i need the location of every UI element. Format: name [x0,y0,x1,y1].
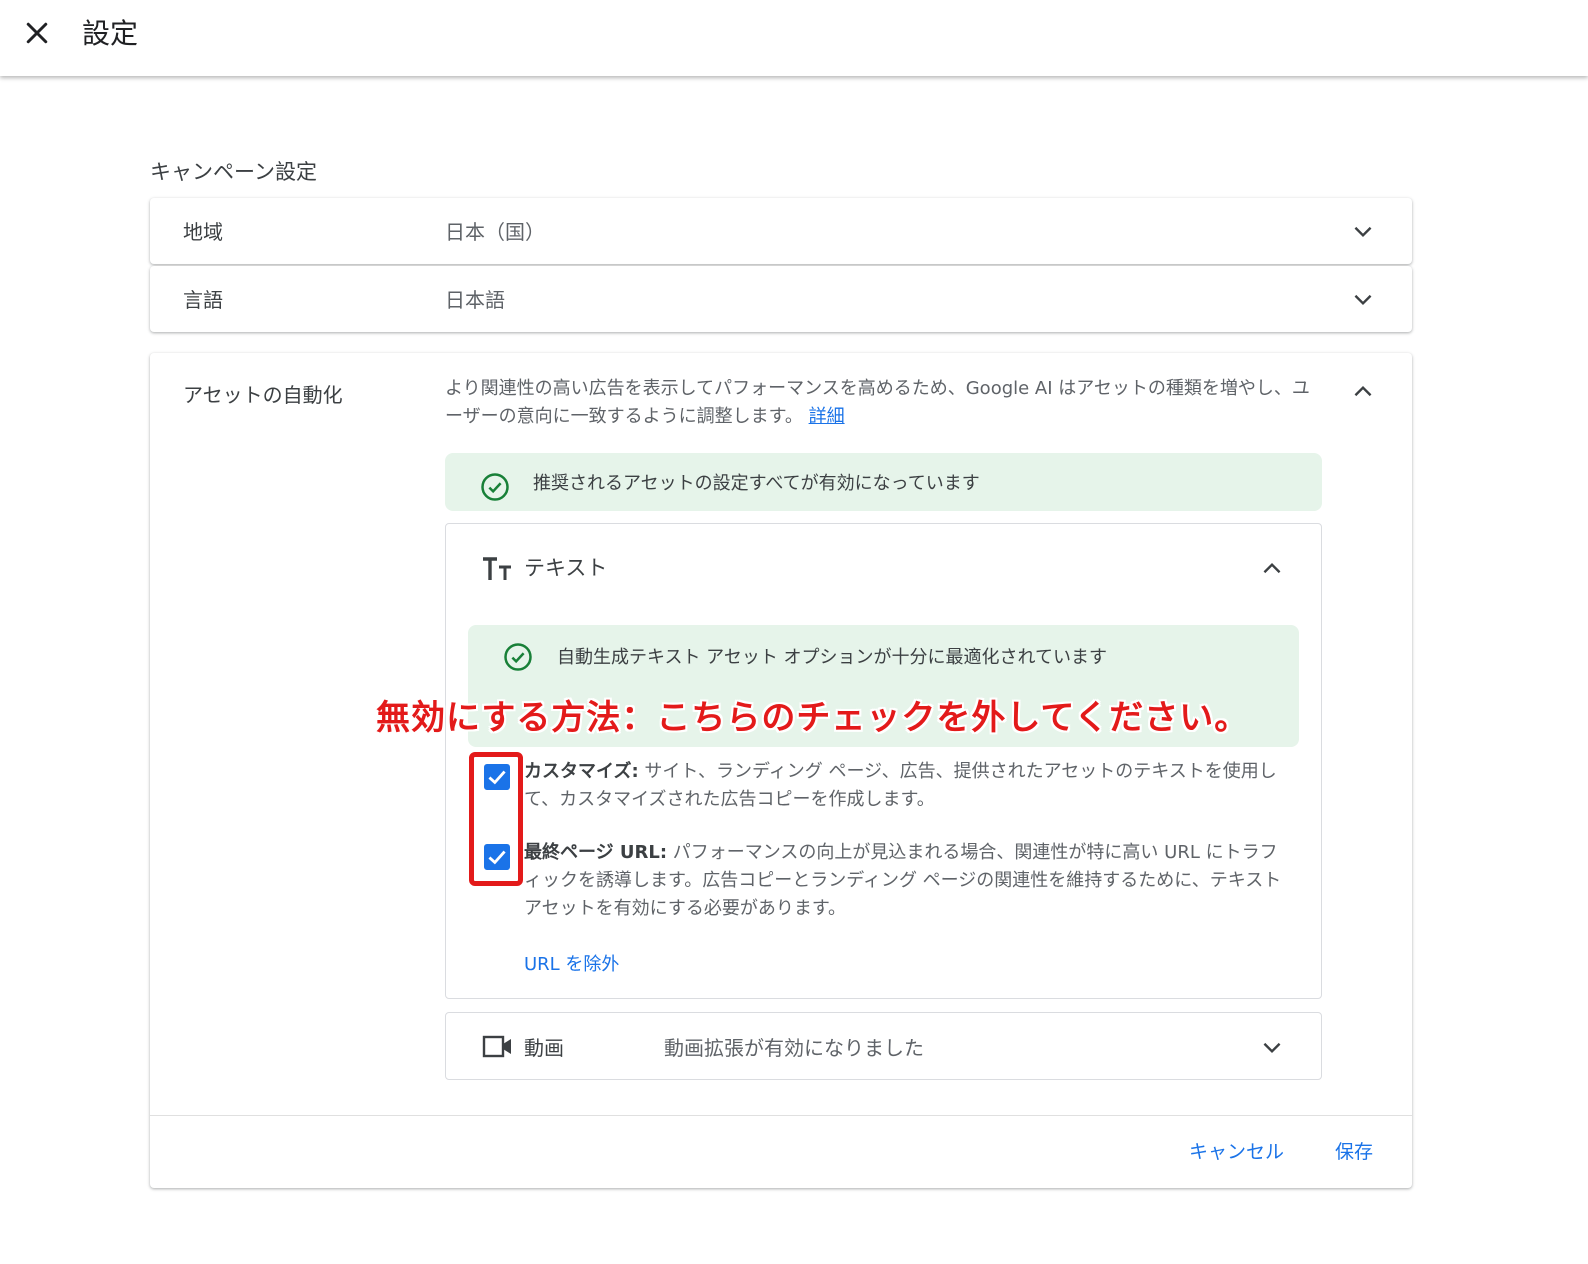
save-button[interactable]: 保存 [1335,1137,1373,1164]
footer-divider [150,1115,1412,1116]
check-circle-icon [504,643,532,671]
customize-option-title: カスタマイズ: [524,761,639,782]
language-value: 日本語 [445,288,505,312]
text-section: テキスト 自動生成テキスト アセット オプションが十分に最適化されています カス… [445,523,1322,999]
video-section[interactable]: 動画 動画拡張が有効になりました [445,1012,1322,1080]
video-camera-icon [482,1035,511,1058]
customize-option-text: カスタマイズ: サイト、ランディング ページ、広告、提供されたアセットのテキスト… [524,758,1284,814]
region-label: 地域 [183,220,223,244]
chevron-down-icon[interactable] [1259,1034,1285,1060]
final-url-option-title: 最終ページ URL: [524,842,668,863]
video-section-title: 動画 [524,1036,564,1060]
text-format-icon [483,557,511,580]
page-title: 設定 [82,17,139,50]
final-url-option-text: 最終ページ URL: パフォーマンスの向上が見込まれる場合、関連性が特に高い U… [524,839,1286,923]
asset-automation-label: アセットの自動化 [183,383,343,407]
chevron-up-icon[interactable] [1350,379,1376,405]
exclude-url-link[interactable]: URL を除外 [524,950,619,976]
check-circle-icon [481,473,509,501]
top-bar: 設定 [0,0,1588,76]
region-value: 日本（国） [445,220,545,244]
video-section-status: 動画拡張が有効になりました [664,1036,924,1060]
chevron-down-icon[interactable] [1350,286,1376,312]
section-title: キャンペーン設定 [150,160,317,184]
asset-automation-description: より関連性の高い広告を表示してパフォーマンスを高めるため、Google AI は… [445,375,1325,431]
cancel-button[interactable]: キャンセル [1189,1137,1284,1164]
instruction-annotation: 無効にする方法：こちらのチェックを外してください。 [376,698,1250,738]
assets-status-text: 推奨されるアセットの設定すべてが有効になっています [533,473,980,494]
text-section-title: テキスト [524,556,608,580]
checkbox-highlight-box [469,752,523,886]
language-label: 言語 [183,288,223,312]
close-icon[interactable] [22,18,52,48]
text-optimized-text: 自動生成テキスト アセット オプションが十分に最適化されています [557,647,1108,668]
region-row[interactable]: 地域 日本（国） [150,198,1412,264]
description-text: より関連性の高い広告を表示してパフォーマンスを高めるため、Google AI は… [445,378,1310,427]
chevron-up-icon[interactable] [1259,556,1285,582]
language-row[interactable]: 言語 日本語 [150,266,1412,332]
asset-automation-panel: アセットの自動化 より関連性の高い広告を表示してパフォーマンスを高めるため、Go… [150,353,1412,1188]
assets-status-banner: 推奨されるアセットの設定すべてが有効になっています [445,453,1322,511]
chevron-down-icon[interactable] [1350,218,1376,244]
details-link[interactable]: 詳細 [809,406,845,427]
